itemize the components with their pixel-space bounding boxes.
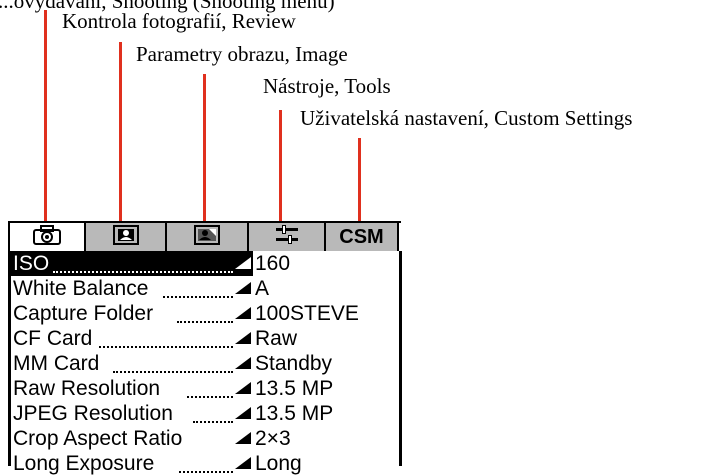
menu-item-label: White Balance <box>13 277 149 300</box>
shooting-menu-panel: ISO 160 White Balance A Capture Folder 1… <box>8 251 402 475</box>
menu-item-label: Capture Folder <box>13 302 154 325</box>
tab-tools[interactable] <box>249 223 326 254</box>
submenu-arrow-icon <box>235 257 251 269</box>
submenu-arrow-icon <box>235 382 251 394</box>
menu-item-white-balance[interactable]: White Balance A <box>11 276 399 301</box>
review-icon <box>112 224 140 252</box>
image-icon <box>193 224 221 252</box>
callout-custom-settings: Uživatelská nastavení, Custom Settings <box>300 106 633 130</box>
menu-item-value: Raw <box>255 327 298 350</box>
menu-item-label: MM Card <box>13 352 100 375</box>
menu-item-cf-card[interactable]: CF Card Raw <box>11 326 399 351</box>
menu-item-value: 100STEVE <box>255 302 359 325</box>
submenu-arrow-icon <box>235 307 251 319</box>
menu-item-long-exposure[interactable]: Long Exposure Long <box>11 451 399 476</box>
menu-item-value: A <box>255 277 270 300</box>
menu-item-label: JPEG Resolution <box>13 402 173 425</box>
leader-dots <box>177 319 233 323</box>
menu-tab-bar: CSM <box>8 221 401 254</box>
tab-review[interactable] <box>86 223 167 254</box>
camera-icon <box>32 224 62 252</box>
leader-dots <box>163 294 233 298</box>
menu-item-value: Long <box>255 452 302 475</box>
leader-dots <box>53 269 233 273</box>
leader-line-shooting <box>44 10 47 221</box>
menu-item-value: 13.5 MP <box>255 402 334 425</box>
tab-image[interactable] <box>167 223 249 254</box>
submenu-arrow-icon <box>235 457 251 469</box>
submenu-arrow-icon <box>235 332 251 344</box>
leader-line-image <box>203 74 206 221</box>
menu-item-value: 13.5 MP <box>255 377 334 400</box>
leader-line-custom <box>358 138 361 221</box>
menu-item-label: Raw Resolution <box>13 377 161 400</box>
menu-item-raw-resolution[interactable]: Raw Resolution 13.5 MP <box>11 376 399 401</box>
submenu-arrow-icon <box>235 407 251 419</box>
menu-item-value: 2×3 <box>255 427 291 450</box>
submenu-arrow-icon <box>235 357 251 369</box>
leader-dots <box>99 344 233 348</box>
menu-item-capture-folder[interactable]: Capture Folder 100STEVE <box>11 301 399 326</box>
leader-dots <box>193 419 233 423</box>
callout-review: Kontrola fotografií, Review <box>62 9 296 33</box>
csm-tab-label: CSM <box>339 226 384 248</box>
leader-dots <box>179 469 233 473</box>
menu-item-crop-aspect-ratio[interactable]: Crop Aspect Ratio 2×3 <box>11 426 399 451</box>
tab-custom-settings[interactable]: CSM <box>326 223 399 254</box>
leader-line-review <box>119 42 122 221</box>
submenu-arrow-icon <box>235 432 251 444</box>
leader-dots <box>187 394 233 398</box>
menu-item-jpeg-resolution[interactable]: JPEG Resolution 13.5 MP <box>11 401 399 426</box>
menu-item-label: Long Exposure <box>13 452 155 475</box>
submenu-arrow-icon <box>235 282 251 294</box>
tools-icon <box>272 224 302 252</box>
menu-item-value: 160 <box>255 252 291 275</box>
menu-item-label: Crop Aspect Ratio <box>13 427 183 450</box>
tab-shooting[interactable] <box>10 223 86 254</box>
menu-item-mm-card[interactable]: MM Card Standby <box>11 351 399 376</box>
callout-image: Parametry obrazu, Image <box>136 42 348 66</box>
callout-tools: Nástroje, Tools <box>263 74 391 98</box>
menu-item-value: Standby <box>255 352 333 375</box>
menu-item-label: CF Card <box>13 327 93 350</box>
leader-line-tools <box>279 110 282 221</box>
leader-dots <box>113 369 233 373</box>
menu-item-iso[interactable]: ISO 160 <box>11 251 399 276</box>
menu-item-label: ISO <box>13 252 50 275</box>
